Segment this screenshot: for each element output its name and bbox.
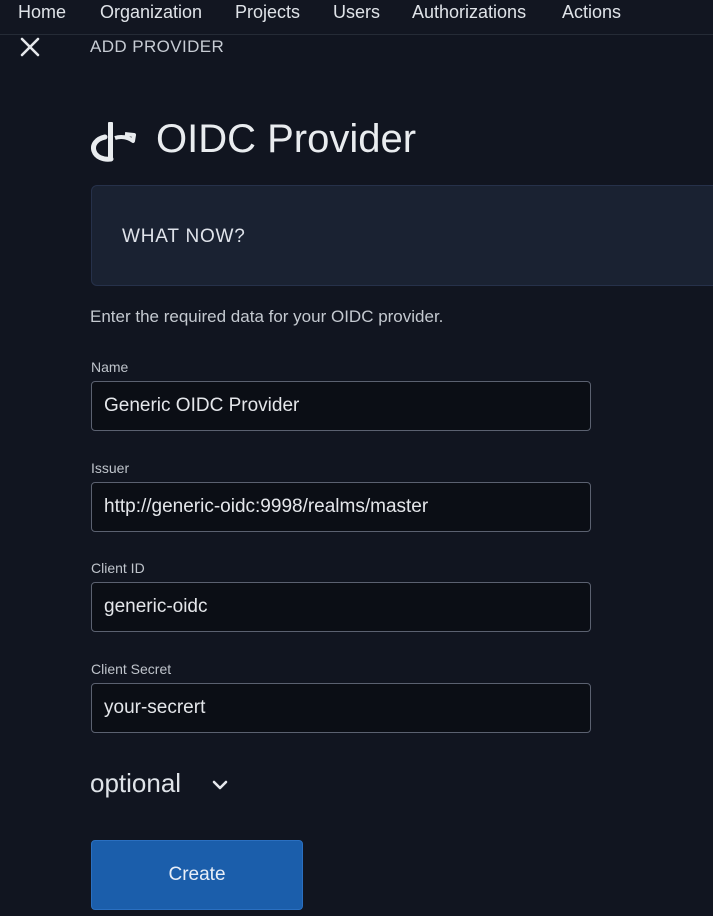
issuer-label: Issuer [91, 460, 130, 476]
page-title: OIDC Provider [156, 117, 417, 161]
client-secret-label: Client Secret [91, 661, 172, 677]
name-input[interactable] [91, 381, 591, 431]
oidc-logo-icon [91, 121, 137, 163]
info-box-title: WHAT NOW? [122, 226, 246, 247]
nav-item-users[interactable]: Users [333, 1, 380, 23]
client-id-input[interactable] [91, 582, 591, 632]
nav-item-home[interactable]: Home [18, 1, 66, 23]
form-description: Enter the required data for your OIDC pr… [90, 307, 444, 326]
name-label: Name [91, 359, 129, 375]
close-button[interactable] [18, 36, 42, 60]
nav-item-actions[interactable]: Actions [562, 1, 621, 23]
nav-item-organization[interactable]: Organization [100, 1, 202, 23]
issuer-input[interactable] [91, 482, 591, 532]
info-box: WHAT NOW? [91, 185, 713, 286]
optional-label: optional [90, 768, 182, 798]
header-title: ADD PROVIDER [90, 37, 225, 56]
nav-item-projects[interactable]: Projects [235, 1, 300, 23]
chevron-down-icon [212, 780, 228, 790]
nav-item-authorizations[interactable]: Authorizations [412, 1, 526, 23]
top-navigation: Home Organization Projects Users Authori… [0, 0, 713, 35]
close-icon [20, 37, 40, 57]
create-button[interactable]: Create [91, 840, 303, 910]
client-secret-input[interactable] [91, 683, 591, 733]
client-id-label: Client ID [91, 560, 145, 576]
